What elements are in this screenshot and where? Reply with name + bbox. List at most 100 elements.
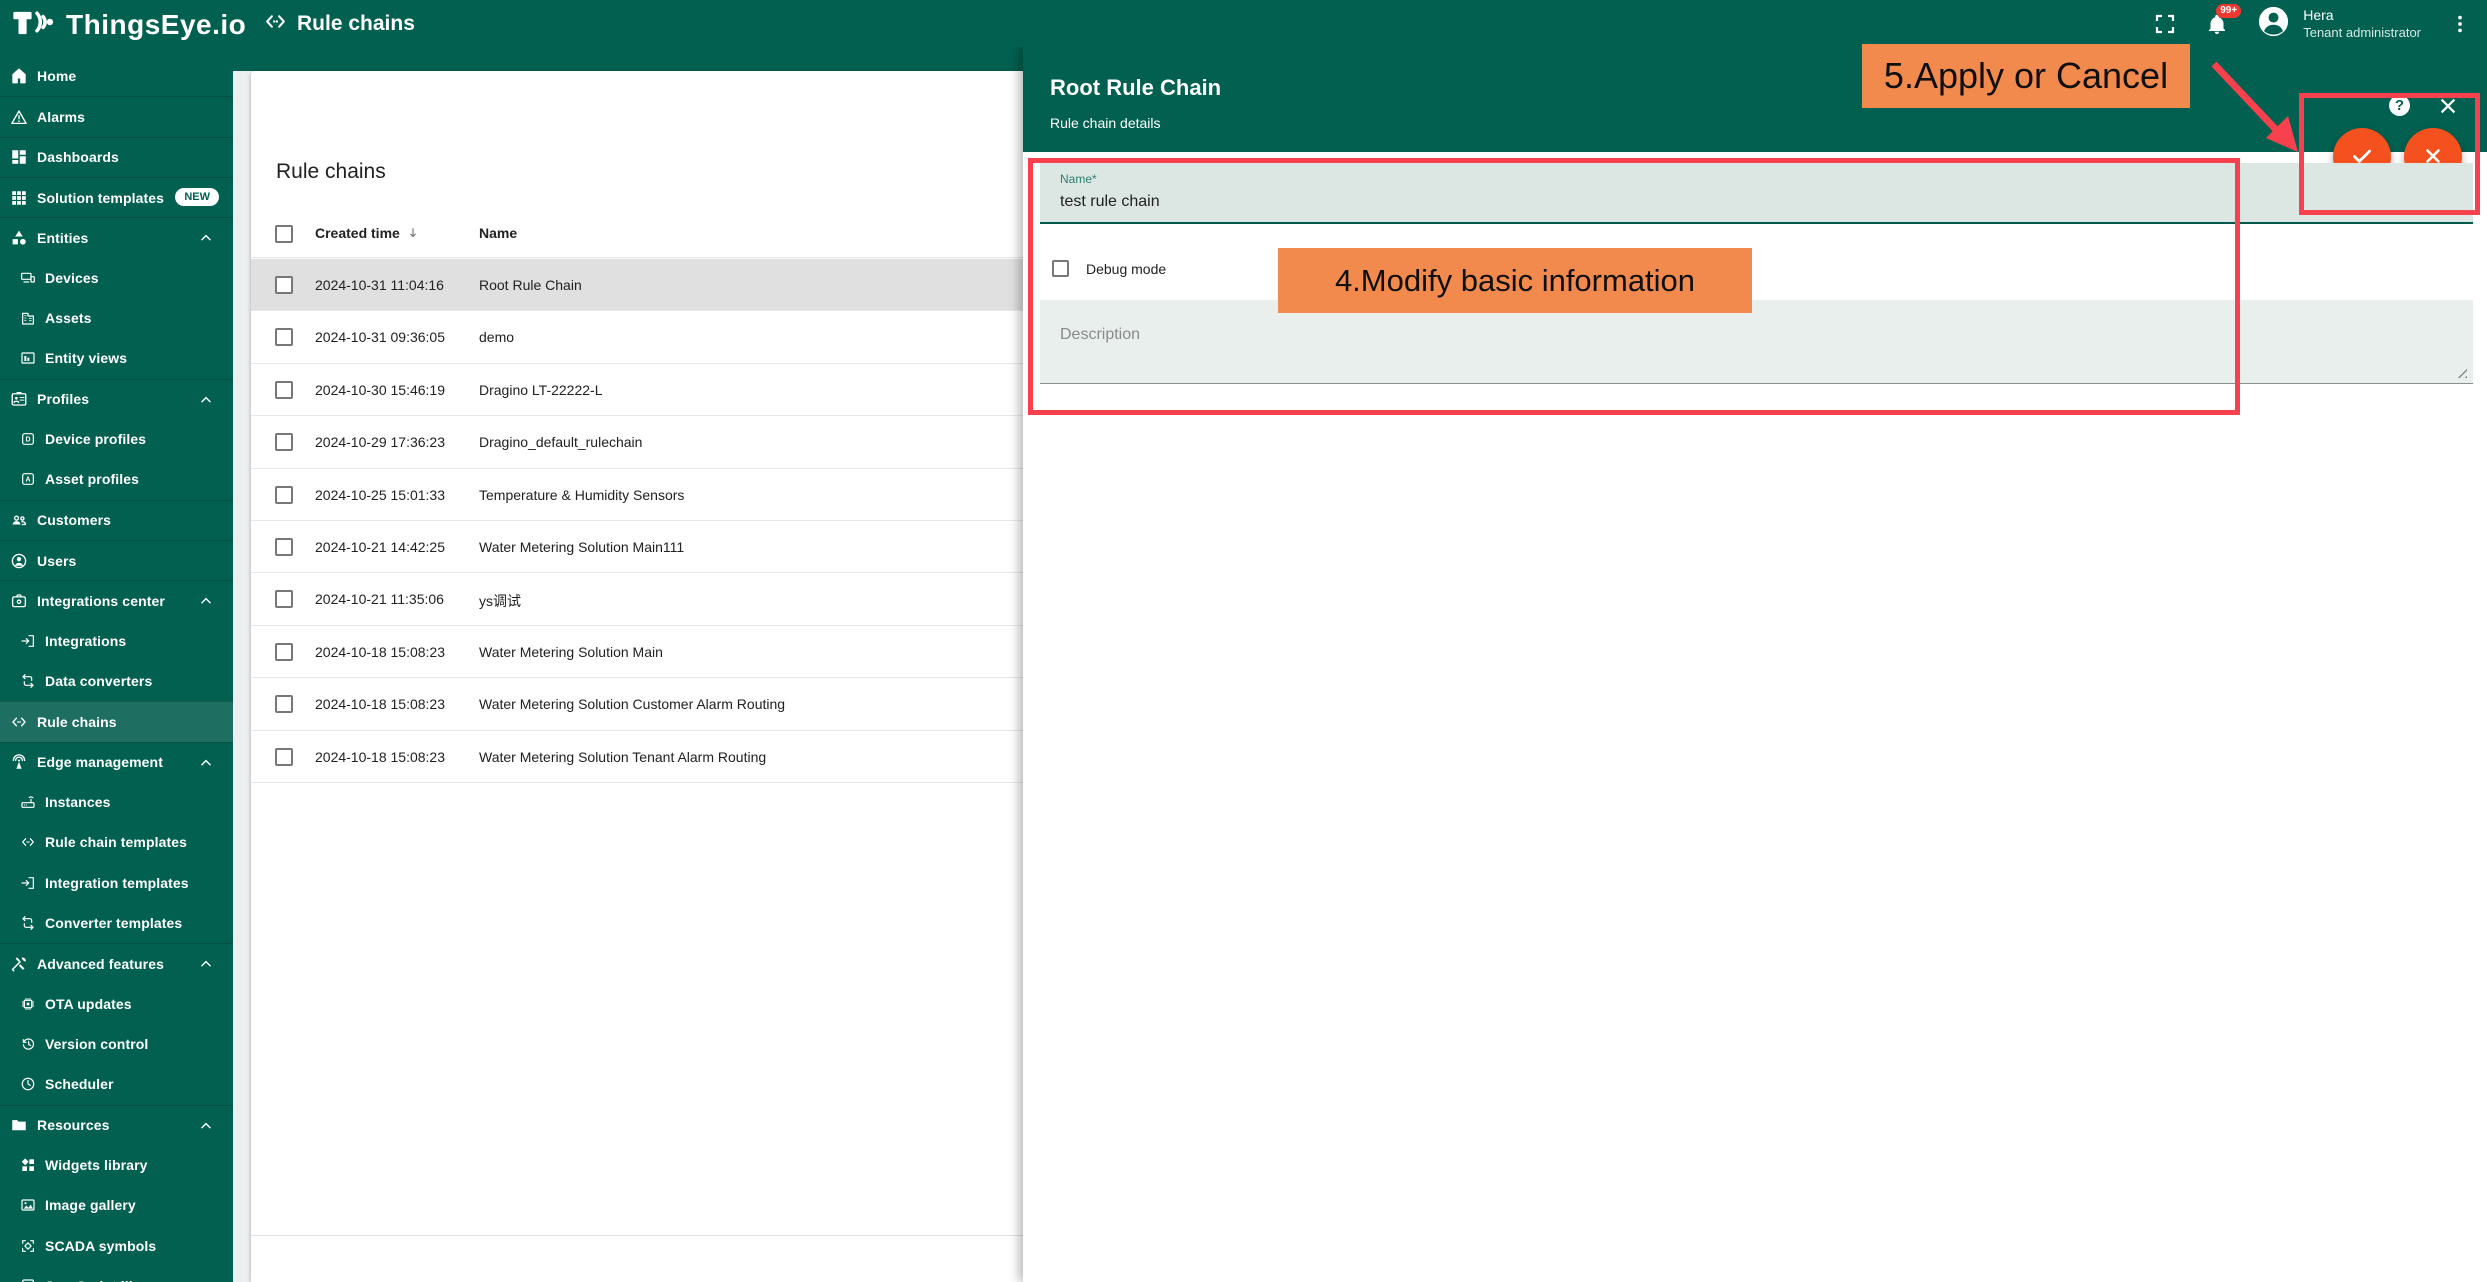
svg-text:D: D [25, 437, 30, 444]
created-time-cell: 2024-10-31 09:36:05 [315, 329, 445, 345]
sidebar-item-widgets-library[interactable]: Widgets library [0, 1145, 233, 1185]
rule-chain-icon [263, 9, 288, 39]
sidebar-item-version-control[interactable]: Version control [0, 1024, 233, 1064]
close-icon[interactable] [2437, 95, 2459, 117]
sidebar-item-label: Alarms [37, 109, 85, 125]
sidebar-item-customers[interactable]: Customers [0, 500, 233, 540]
sidebar-item-integrations-center[interactable]: Integrations center [0, 580, 233, 620]
instances-icon [20, 793, 36, 811]
resize-handle-icon[interactable] [2456, 367, 2467, 378]
name-cell: Water Metering Solution Tenant Alarm Rou… [479, 749, 766, 765]
chevron-up-icon [199, 594, 213, 613]
sidebar-item-advanced-features[interactable]: Advanced features [0, 943, 233, 983]
annotation-step4: 4.Modify basic information [1278, 248, 1752, 313]
sidebar-item-label: Image gallery [45, 1197, 136, 1213]
new-badge: NEW [175, 188, 219, 206]
sidebar-item-javascript-library[interactable]: JavaScript library [0, 1266, 233, 1282]
row-checkbox[interactable] [275, 381, 293, 399]
column-created-time[interactable]: Created time [315, 225, 420, 243]
customers-icon [10, 511, 28, 529]
user-menu[interactable]: Hera Tenant administrator [2256, 4, 2421, 44]
sidebar-item-assets[interactable]: Assets [0, 298, 233, 338]
kebab-menu-icon[interactable] [2447, 11, 2473, 37]
sidebar-item-integration-templates[interactable]: Integration templates [0, 863, 233, 903]
table-row[interactable]: 2024-10-18 15:08:23Water Metering Soluti… [251, 626, 1041, 678]
name-cell: ys调试 [479, 591, 521, 611]
table-row[interactable]: 2024-10-18 15:08:23Water Metering Soluti… [251, 731, 1041, 783]
chevron-up-icon [199, 1119, 213, 1138]
sidebar-item-integrations[interactable]: Integrations [0, 621, 233, 661]
sidebar-item-scada-symbols[interactable]: SCADA symbols [0, 1226, 233, 1266]
sidebar-item-alarms[interactable]: Alarms [0, 96, 233, 136]
breadcrumb-label: Rule chains [297, 12, 415, 36]
sidebar-item-home[interactable]: Home [0, 56, 233, 96]
sidebar-item-label: Widgets library [45, 1157, 148, 1173]
sidebar-item-label: SCADA symbols [45, 1238, 156, 1254]
app-root: Rule chains Created time Name 2024-10-31… [0, 0, 2487, 1282]
apps-icon [10, 189, 28, 207]
row-checkbox[interactable] [275, 643, 293, 661]
column-name[interactable]: Name [479, 225, 517, 241]
debug-mode-checkbox[interactable] [1052, 260, 1069, 277]
sidebar-item-image-gallery[interactable]: Image gallery [0, 1185, 233, 1225]
sidebar-item-users[interactable]: Users [0, 540, 233, 580]
sidebar-item-edge-management[interactable]: Edge management [0, 742, 233, 782]
thingseye-logo-icon [12, 5, 58, 44]
sidebar-item-converter-templates[interactable]: Converter templates [0, 903, 233, 943]
sidebar-item-devices[interactable]: Devices [0, 258, 233, 298]
row-checkbox[interactable] [275, 695, 293, 713]
table-row[interactable]: 2024-10-25 15:01:33 Temperature & Humidit… [251, 469, 1041, 521]
sidebar-item-solution-templates[interactable]: Solution templatesNEW [0, 177, 233, 217]
sidebar-item-instances[interactable]: Instances [0, 782, 233, 822]
widgets-icon [20, 1156, 36, 1174]
assets-icon [20, 309, 36, 327]
sidebar-item-profiles[interactable]: Profiles [0, 379, 233, 419]
sidebar-item-rule-chains[interactable]: Rule chains [0, 701, 233, 741]
created-time-cell: 2024-10-25 15:01:33 [315, 487, 445, 503]
logo[interactable]: ThingsEye.io [12, 5, 246, 44]
sidebar-item-label: JavaScript library [45, 1278, 164, 1282]
sidebar-item-entities[interactable]: Entities [0, 217, 233, 257]
table-row[interactable]: 2024-10-31 09:36:05demo [251, 311, 1041, 363]
chevron-up-icon [199, 231, 213, 250]
table-row[interactable]: 2024-10-21 14:42:25Water Metering Soluti… [251, 521, 1041, 573]
sidebar-item-device-profiles[interactable]: DDevice profiles [0, 419, 233, 459]
row-checkbox[interactable] [275, 538, 293, 556]
sidebar-item-ota-updates[interactable]: OTA updates [0, 984, 233, 1024]
top-bar: ThingsEye.io Rule chains 99+ Hera [0, 0, 2487, 47]
row-checkbox[interactable] [275, 433, 293, 451]
created-time-cell: 2024-10-29 17:36:23 [315, 434, 445, 450]
notification-badge: 99+ [2216, 4, 2241, 18]
sidebar-item-dashboards[interactable]: Dashboards [0, 137, 233, 177]
name-cell: Water Metering Solution Main [479, 644, 663, 660]
sidebar-item-scheduler[interactable]: Scheduler [0, 1064, 233, 1104]
sidebar-item-rule-chain-templates[interactable]: Rule chain templates [0, 822, 233, 862]
chevron-up-icon [199, 957, 213, 976]
help-icon[interactable]: ? [2389, 95, 2410, 116]
row-checkbox[interactable] [275, 276, 293, 294]
table-row[interactable]: 2024-10-21 11:35:06ys调试 [251, 573, 1041, 625]
table-row[interactable]: 2024-10-18 15:08:23Water Metering Soluti… [251, 678, 1041, 730]
fullscreen-icon[interactable] [2152, 11, 2178, 37]
row-checkbox[interactable] [275, 486, 293, 504]
bell-icon[interactable]: 99+ [2204, 11, 2230, 37]
table-row[interactable]: 2024-10-31 11:04:16Root Rule Chain [251, 259, 1041, 311]
sidebar-item-asset-profiles[interactable]: AAsset profiles [0, 459, 233, 499]
row-checkbox[interactable] [275, 748, 293, 766]
folder-icon [10, 1116, 28, 1134]
sidebar-item-data-converters[interactable]: Data converters [0, 661, 233, 701]
select-all-checkbox[interactable] [275, 225, 293, 243]
table-row[interactable]: 2024-10-29 17:36:23Dragino_default_rulec… [251, 416, 1041, 468]
description-field[interactable]: Description [1040, 300, 2473, 384]
account-circle-icon [2256, 4, 2291, 44]
sidebar-item-entity-views[interactable]: Entity views [0, 338, 233, 378]
row-checkbox[interactable] [275, 328, 293, 346]
device-profile-icon: D [20, 430, 36, 448]
sidebar: Home Alarms DashboardsSolution templatesNE… [0, 47, 233, 1282]
name-cell: Temperature & Humidity Sensors [479, 487, 684, 503]
table-row[interactable]: 2024-10-30 15:46:19Dragino LT-22222-L [251, 364, 1041, 416]
clock-icon [20, 1075, 36, 1093]
row-checkbox[interactable] [275, 590, 293, 608]
name-input[interactable] [1060, 193, 2360, 211]
sidebar-item-resources[interactable]: Resources [0, 1105, 233, 1145]
